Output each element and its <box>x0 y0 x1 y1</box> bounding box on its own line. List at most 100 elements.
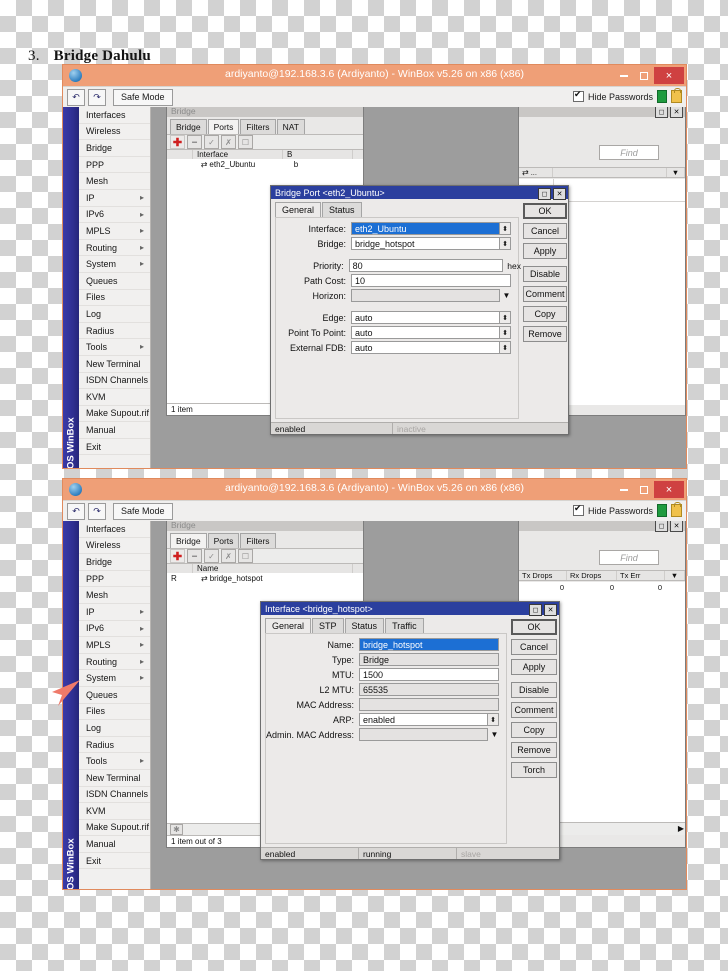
hide-passwords-checkbox-1[interactable] <box>572 89 584 102</box>
tab-filters[interactable]: Filters <box>240 119 276 134</box>
restore-icon-dlg1[interactable]: ◻ <box>538 187 551 200</box>
comment-button[interactable]: Comment <box>523 286 567 302</box>
table-row[interactable]: R ⇄ bridge_hotspot <box>167 573 363 584</box>
tab-general[interactable]: General <box>265 618 312 633</box>
right-panel-titlebar-1[interactable]: ◻ ✕ <box>519 107 685 118</box>
ok-button[interactable]: OK <box>523 203 567 219</box>
maximize-button-2[interactable] <box>634 481 654 498</box>
spinner-icon[interactable]: ⬍ <box>500 311 511 324</box>
field-input-priority[interactable]: 80 <box>348 259 504 272</box>
field-input-path-cost[interactable]: 10 <box>351 274 511 287</box>
winbox-window-2[interactable]: ardiyanto@192.168.3.6 (Ardiyanto) - WinB… <box>62 478 687 890</box>
field-input-point-to-point[interactable]: auto <box>351 326 500 339</box>
field-input-bridge[interactable]: bridge_hotspot <box>351 237 500 250</box>
sidebar-item-mesh[interactable]: Mesh <box>79 173 150 190</box>
field-input-edge[interactable]: auto <box>351 311 500 324</box>
maximize-button-1[interactable] <box>634 67 654 84</box>
sidebar-item-ip[interactable]: IP ▸ <box>79 604 150 621</box>
spinner-icon[interactable]: ⬍ <box>500 326 511 339</box>
redo-icon[interactable]: ↷ <box>88 88 106 106</box>
enable-icon-2[interactable]: ✓ <box>204 549 219 563</box>
cancel-button[interactable]: Cancel <box>511 639 557 655</box>
remove-button[interactable]: Remove <box>511 742 557 758</box>
sidebar-item-log[interactable]: Log <box>79 306 150 323</box>
find-input-2[interactable]: Find <box>599 550 659 565</box>
sidebar-item-mpls[interactable]: MPLS ▸ <box>79 223 150 240</box>
sidebar-item-manual[interactable]: Manual <box>79 836 150 853</box>
find-input-1[interactable]: Find <box>599 145 659 160</box>
sidebar-item-routing[interactable]: Routing ▸ <box>79 240 150 257</box>
safe-mode-button-2[interactable]: Safe Mode <box>113 502 173 520</box>
right-panel-titlebar-2[interactable]: ◻ ✕ <box>519 521 685 532</box>
spinner-icon[interactable]: ⬍ <box>500 341 511 354</box>
minimize-button-1[interactable] <box>614 67 634 84</box>
field-input-name[interactable]: bridge_hotspot <box>359 638 499 651</box>
tab-traffic[interactable]: Traffic <box>385 618 424 633</box>
cancel-button[interactable]: Cancel <box>523 223 567 239</box>
sidebar-item-mesh[interactable]: Mesh <box>79 587 150 604</box>
scroll-right-icon-2[interactable]: ▶ <box>678 824 684 833</box>
tab-nat[interactable]: NAT <box>276 119 305 134</box>
undo-icon-2[interactable]: ↶ <box>67 502 85 520</box>
field-input-admin-mac-address[interactable] <box>359 728 488 741</box>
dialog-titlebar-1[interactable]: Bridge Port <eth2_Ubuntu> ◻ ✕ <box>271 186 568 200</box>
sidebar-item-make-supout-rif[interactable]: Make Supout.rif <box>79 406 150 423</box>
bridge-window-titlebar-2[interactable]: Bridge <box>167 521 363 531</box>
sidebar-item-wireless[interactable]: Wireless <box>79 538 150 555</box>
tab-ports[interactable]: Ports <box>207 533 240 548</box>
disable-icon-1[interactable]: ✗ <box>221 135 236 149</box>
comment-icon-1[interactable]: ☐ <box>238 135 253 149</box>
tab-status[interactable]: Status <box>322 202 362 217</box>
bridge-port-dialog[interactable]: Bridge Port <eth2_Ubuntu> ◻ ✕ General Sta… <box>270 185 569 435</box>
tab-status[interactable]: Status <box>344 618 385 633</box>
field-input-type[interactable]: Bridge <box>359 653 499 666</box>
sidebar-item-isdn-channels[interactable]: ISDN Channels <box>79 787 150 804</box>
enable-icon-1[interactable]: ✓ <box>204 135 219 149</box>
copy-button[interactable]: Copy <box>523 306 567 322</box>
close-button-1[interactable]: × <box>654 67 684 84</box>
field-input-mtu[interactable]: 1500 <box>359 668 499 681</box>
restore-icon-dlg2[interactable]: ◻ <box>529 603 542 616</box>
sidebar-item-ip[interactable]: IP ▸ <box>79 190 150 207</box>
field-input-external-fdb[interactable]: auto <box>351 341 500 354</box>
apply-button[interactable]: Apply <box>511 659 557 675</box>
restore-icon-2[interactable]: ◻ <box>655 521 668 532</box>
sidebar-item-interfaces[interactable]: Interfaces <box>79 107 150 124</box>
chevron-down-icon[interactable]: ▼ <box>488 728 501 741</box>
sidebar-item-queues[interactable]: Queues <box>79 273 150 290</box>
torch-button[interactable]: Torch <box>511 762 557 778</box>
minimize-button-2[interactable] <box>614 481 634 498</box>
hide-passwords-checkbox-2[interactable] <box>572 503 584 516</box>
remove-button[interactable]: Remove <box>523 326 567 342</box>
table-row[interactable]: ⇄ eth2_Ubuntu b <box>167 159 363 170</box>
tab-bridge[interactable]: Bridge <box>170 119 207 134</box>
spinner-icon[interactable]: ⬍ <box>500 237 511 250</box>
sidebar-item-tools[interactable]: Tools ▸ <box>79 753 150 770</box>
filter-dropdown-icon-2[interactable]: ▼ <box>665 571 685 580</box>
tab-stp[interactable]: STP <box>312 618 344 633</box>
sidebar-item-system[interactable]: System ▸ <box>79 256 150 273</box>
sidebar-item-tools[interactable]: Tools ▸ <box>79 339 150 356</box>
field-input-l2-mtu[interactable]: 65535 <box>359 683 499 696</box>
comment-button[interactable]: Comment <box>511 702 557 718</box>
settings-icon-2[interactable]: ✱ <box>170 824 183 835</box>
disable-button[interactable]: Disable <box>511 682 557 698</box>
sidebar-item-queues[interactable]: Queues <box>79 687 150 704</box>
right-panel-data-row-2[interactable]: 0 0 0 <box>519 582 685 592</box>
close-icon-dlg2[interactable]: ✕ <box>544 603 557 616</box>
sidebar-item-wireless[interactable]: Wireless <box>79 124 150 141</box>
sidebar-item-files[interactable]: Files <box>79 290 150 307</box>
add-icon-2[interactable]: ✚ <box>170 549 185 563</box>
field-input-interface[interactable]: eth2_Ubuntu <box>351 222 500 235</box>
window-titlebar-2[interactable]: ardiyanto@192.168.3.6 (Ardiyanto) - WinB… <box>63 479 686 500</box>
apply-button[interactable]: Apply <box>523 243 567 259</box>
sidebar-item-ppp[interactable]: PPP <box>79 571 150 588</box>
disable-icon-2[interactable]: ✗ <box>221 549 236 563</box>
field-input-mac-address[interactable] <box>359 698 499 711</box>
close-icon-2[interactable]: ✕ <box>670 521 683 532</box>
tab-general[interactable]: General <box>275 202 322 217</box>
safe-mode-button-1[interactable]: Safe Mode <box>113 88 173 106</box>
sidebar-item-bridge[interactable]: Bridge <box>79 554 150 571</box>
sidebar-item-new-terminal[interactable]: New Terminal <box>79 770 150 787</box>
close-button-2[interactable]: × <box>654 481 684 498</box>
